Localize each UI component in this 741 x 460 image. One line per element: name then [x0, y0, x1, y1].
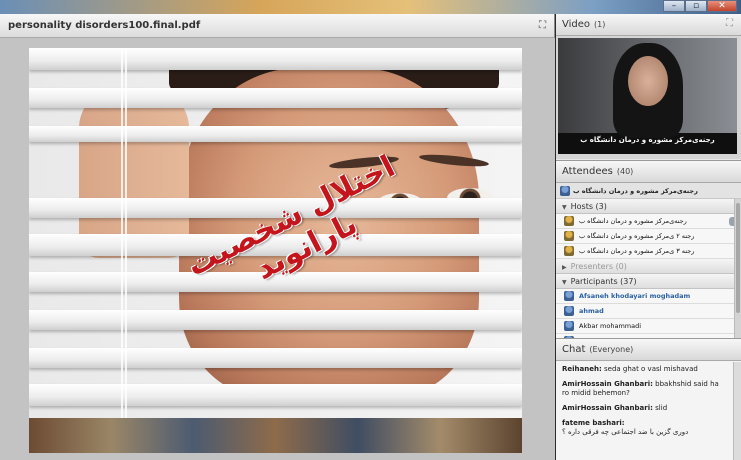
video-pod-header: Video (1) ⛶ — [556, 14, 741, 36]
fullscreen-icon[interactable]: ⛶ — [537, 21, 548, 32]
video-pod-title: Video — [562, 19, 591, 30]
participant-user-icon — [564, 306, 574, 316]
hosts-group-label: Hosts (3) — [570, 202, 607, 211]
blind-slat — [29, 348, 522, 368]
host-name: رجنه‌ی‌مرکز مشوره و درمان دانشگاه ب — [579, 216, 687, 225]
host-user-icon — [564, 246, 574, 256]
chat-text: slid — [652, 404, 668, 412]
participant-user-icon — [564, 291, 574, 301]
participant-name: ahmad — [579, 306, 604, 315]
attendees-pod-header: Attendees (40) — [556, 161, 741, 183]
host-user-icon — [564, 216, 574, 226]
fullscreen-icon[interactable]: ⛶ — [724, 19, 735, 30]
chat-scope: (Everyone) — [589, 345, 634, 354]
host-name: رجنه ۲ ی‌مرکز مشوره و درمان دانشگاه ب — [579, 231, 695, 240]
chat-sender: AmirHossain Ghanbari: — [562, 380, 653, 388]
webcam-person-face — [628, 56, 668, 106]
participant-user-icon — [564, 321, 574, 331]
restore-button[interactable]: ▫ — [685, 0, 707, 12]
chat-pod-header: Chat (Everyone) — [556, 339, 741, 361]
blind-slat — [29, 384, 522, 406]
current-user-name: رجنه‌ی‌مرکز مشوره و درمان دانشگاه ب — [573, 186, 698, 195]
slide-painting-strip — [29, 418, 522, 453]
participant-row[interactable]: Akbar mohammadi — [556, 319, 741, 334]
host-row[interactable]: رجنه‌ی‌مرکز مشوره و درمان دانشگاه ب — [556, 214, 741, 229]
chat-sender: fateme bashari: — [562, 419, 625, 427]
chat-message: AmirHossain Ghanbari: bbakhshid said ha … — [562, 380, 726, 398]
hosts-group-header[interactable]: ▼ Hosts (3) — [556, 199, 741, 214]
participant-name: Akbar mohammadi — [579, 321, 642, 330]
document-title: personality disorders100.final.pdf — [8, 20, 201, 31]
close-button[interactable]: ✕ — [707, 0, 737, 12]
webcam-feed[interactable]: رجنه‌ی‌مرکز مشوره و درمان دانشگاه ب — [558, 38, 737, 154]
blind-slat — [29, 48, 522, 70]
current-user-line[interactable]: رجنه‌ی‌مرکز مشوره و درمان دانشگاه ب — [556, 183, 741, 199]
chat-sender: Reihaneh: — [562, 365, 602, 373]
document-pod-header: personality disorders100.final.pdf ⛶ — [0, 14, 554, 38]
video-pod: Video (1) ⛶ رجنه‌ی‌مرکز مشوره و درمان دان… — [556, 14, 741, 159]
document-canvas[interactable]: اختلال شخصیت پارانوید — [0, 38, 555, 460]
chevron-down-icon: ▼ — [562, 204, 567, 211]
participant-name: Afsaneh khodayari moghadam — [579, 291, 691, 300]
participant-row[interactable]: ahmad — [556, 304, 741, 319]
participants-group-label: Participants (37) — [570, 277, 637, 286]
video-count: (1) — [594, 20, 606, 29]
webcam-caption: رجنه‌ی‌مرکز مشوره و درمان دانشگاه ب — [580, 136, 715, 144]
presenters-group-header[interactable]: ▶ Presenters (0) — [556, 259, 741, 274]
user-status-icon[interactable] — [560, 185, 570, 196]
chat-pod-title: Chat — [562, 344, 586, 355]
chat-message: AmirHossain Ghanbari: slid — [562, 404, 726, 413]
chat-text: دوری گزین با ضد اجتماعی چه فرقی داره ؟ — [562, 428, 689, 436]
participants-group-header[interactable]: ▼ Participants (37) — [556, 274, 741, 289]
slide-photo-hand — [79, 88, 189, 258]
document-pod: personality disorders100.final.pdf ⛶ اخت… — [0, 14, 555, 460]
chat-pod: Chat (Everyone) Reihaneh: seda ghat o vas… — [556, 338, 741, 460]
attendees-pod-title: Attendees — [562, 166, 613, 177]
chevron-down-icon: ▼ — [562, 279, 567, 286]
blind-slat — [29, 126, 522, 142]
host-row[interactable]: رجنه ۲ ی‌مرکز مشوره و درمان دانشگاه ب — [556, 229, 741, 244]
blind-cord — [125, 48, 127, 418]
window-controls: – ▫ ✕ — [663, 0, 737, 14]
attendees-scroll-thumb[interactable] — [736, 203, 740, 313]
chat-sender: AmirHossain Ghanbari: — [562, 404, 653, 412]
blind-cord — [121, 48, 123, 418]
host-name: رجنه ۳ ی‌مرکز مشوره و درمان دانشگاه ب — [579, 246, 695, 255]
chat-text: seda ghat o vasl mishavad — [601, 365, 698, 373]
minimize-button[interactable]: – — [663, 0, 685, 12]
blind-slat — [29, 310, 522, 330]
right-column: Video (1) ⛶ رجنه‌ی‌مرکز مشوره و درمان دان… — [556, 14, 741, 460]
chat-log[interactable]: Reihaneh: seda ghat o vasl mishavad Amir… — [556, 362, 732, 460]
host-user-icon — [564, 231, 574, 241]
chat-scrollbar[interactable] — [733, 362, 741, 460]
chevron-right-icon: ▶ — [562, 264, 567, 271]
attendees-pod: Attendees (40) رجنه‌ی‌مرکز مشوره و درمان … — [556, 160, 741, 349]
chat-message: Reihaneh: seda ghat o vasl mishavad — [562, 365, 726, 374]
attendees-scrollbar[interactable] — [734, 199, 741, 339]
slide-image: اختلال شخصیت پارانوید — [29, 48, 522, 453]
attendees-count: (40) — [616, 167, 634, 176]
participant-row[interactable]: Afsaneh khodayari moghadam — [556, 289, 741, 304]
chat-message: fateme bashari: دوری گزین با ضد اجتماعی چ… — [562, 419, 726, 437]
host-row[interactable]: رجنه ۳ ی‌مرکز مشوره و درمان دانشگاه ب — [556, 244, 741, 259]
blind-slat — [29, 88, 522, 108]
window-title-strip: – ▫ ✕ — [0, 0, 741, 14]
presenters-group-label: Presenters (0) — [570, 262, 627, 271]
